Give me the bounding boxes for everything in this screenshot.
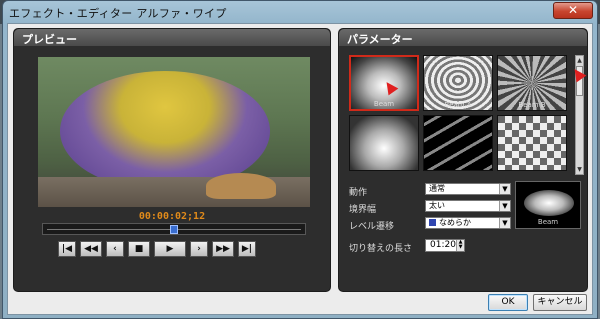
step-back-icon: ‹: [113, 244, 117, 254]
timecode: 00:00:02;12: [138, 211, 206, 222]
timeline-playhead[interactable]: [170, 225, 178, 234]
chevron-down-icon: ▼: [499, 201, 510, 211]
skip-to-start-icon: |◀: [61, 244, 73, 254]
border-width-label: 境界幅: [349, 205, 377, 215]
level-transition-value: なめらか: [439, 218, 471, 227]
fast-forward-icon: ▶▶: [216, 244, 230, 254]
step-back-button[interactable]: ‹: [106, 241, 124, 257]
step-forward-icon: ›: [197, 244, 201, 254]
play-icon: ▶: [166, 244, 174, 254]
pattern-label: Beam B: [518, 101, 546, 109]
switch-length-spinner[interactable]: 01:20 ▲ ▼: [425, 239, 465, 252]
dialog-body: プレビュー 00:00:02;12 |◀ ◀◀ ‹ ■ ▶ › ▶▶ ▶| パラ…: [7, 23, 593, 315]
pattern-preview-shape: [524, 190, 574, 216]
parameter-panel: パラメーター Beam Beam A Beam B ▲ ▼ 動作 通常 ▼ 境界…: [338, 28, 588, 292]
parameter-panel-header: パラメーター: [339, 29, 587, 46]
preview-image: [38, 57, 310, 207]
stop-icon: ■: [134, 244, 144, 254]
preview-panel-header: プレビュー: [14, 29, 330, 46]
pattern-thumbnail[interactable]: [349, 115, 419, 171]
action-dropdown[interactable]: 通常 ▼: [425, 183, 511, 195]
cancel-button[interactable]: キャンセル: [533, 294, 587, 311]
skip-to-start-button[interactable]: |◀: [58, 241, 76, 257]
rewind-button[interactable]: ◀◀: [80, 241, 102, 257]
timeline-slider[interactable]: [42, 223, 306, 235]
title-bar: エフェクト・エディター アルファ・ワイプ ✕: [3, 1, 597, 23]
pattern-thumbnail[interactable]: [497, 115, 567, 171]
switch-length-value: 01:20: [430, 240, 456, 250]
window-title: エフェクト・エディター アルファ・ワイプ: [9, 7, 227, 20]
action-label: 動作: [349, 188, 368, 198]
ok-button[interactable]: OK: [488, 294, 528, 311]
action-value: 通常: [429, 184, 445, 193]
effect-editor-window: エフェクト・エディター アルファ・ワイプ ✕ プレビュー 00:00:02;12…: [2, 0, 598, 319]
play-button[interactable]: ▶: [154, 241, 186, 257]
fast-forward-button[interactable]: ▶▶: [212, 241, 234, 257]
level-transition-dropdown[interactable]: なめらか ▼: [425, 217, 511, 229]
chevron-down-icon: ▼: [499, 184, 510, 194]
close-button[interactable]: ✕: [553, 2, 593, 19]
skip-to-end-button[interactable]: ▶|: [238, 241, 256, 257]
border-width-value: 太い: [429, 201, 445, 210]
pattern-preview-label: Beam: [537, 218, 559, 226]
chevron-down-icon: ▼: [499, 218, 510, 228]
pattern-thumbnail[interactable]: [423, 115, 493, 171]
gradient-swatch-icon: [429, 219, 436, 226]
pattern-label: Beam: [373, 100, 395, 108]
level-transition-label: レベル遷移: [349, 222, 395, 232]
scroll-down-icon[interactable]: ▼: [576, 165, 583, 174]
parameter-panel-title: パラメーター: [347, 33, 413, 46]
skip-to-end-icon: ▶|: [241, 244, 253, 254]
pattern-thumbnail[interactable]: Beam B: [497, 55, 567, 111]
preview-panel: プレビュー 00:00:02;12 |◀ ◀◀ ‹ ■ ▶ › ▶▶ ▶|: [13, 28, 331, 292]
scroll-up-icon[interactable]: ▲: [576, 56, 583, 65]
preview-panel-title: プレビュー: [22, 33, 77, 46]
switch-length-label: 切り替えの長さ: [349, 244, 413, 254]
rewind-icon: ◀◀: [84, 244, 98, 254]
spinner-arrows-icon[interactable]: ▲ ▼: [456, 240, 464, 251]
pattern-thumbnail[interactable]: Beam A: [423, 55, 493, 111]
step-forward-button[interactable]: ›: [190, 241, 208, 257]
pattern-preview: Beam: [515, 181, 581, 229]
preview-subject: [206, 173, 276, 199]
pattern-label: Beam A: [444, 101, 472, 109]
wipe-pattern-grid: Beam Beam A Beam B: [349, 55, 571, 173]
border-width-dropdown[interactable]: 太い ▼: [425, 200, 511, 212]
stop-button[interactable]: ■: [128, 241, 150, 257]
